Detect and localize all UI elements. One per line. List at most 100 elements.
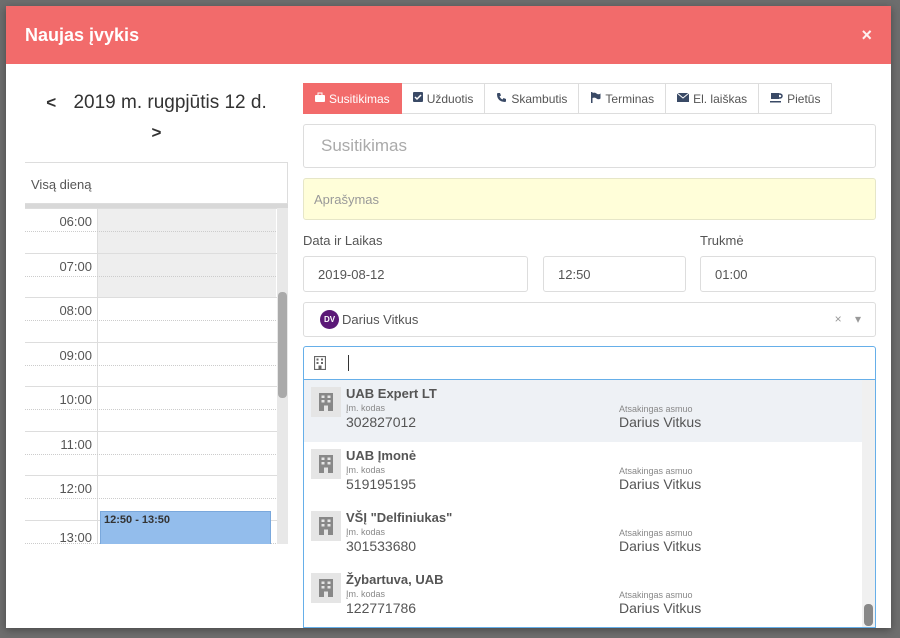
- hour-label: 06:00: [59, 214, 92, 229]
- company-code: 519195195: [346, 476, 417, 492]
- company-option[interactable]: VŠĮ "Delfiniukas" Įm. kodas 301533680 At…: [304, 504, 875, 566]
- event-type-tabs: Susitikimas Užduotis Skambutis Terminas: [303, 83, 876, 114]
- duration-label: Trukmė: [700, 233, 744, 248]
- hour-slot[interactable]: 11:00: [25, 430, 288, 476]
- text-cursor: [348, 355, 349, 371]
- day-calendar: < 2019 m. rugpjūtis 12 d. > Visą dieną 0…: [25, 64, 288, 544]
- building-icon: [311, 573, 341, 603]
- company-search-input[interactable]: [303, 346, 876, 380]
- event-description-input[interactable]: Aprašymas: [303, 178, 876, 220]
- hour-label: 09:00: [59, 347, 92, 363]
- responsible-person-select[interactable]: DV Darius Vitkus × ▾: [303, 302, 876, 337]
- tab-label: Pietūs: [787, 91, 821, 106]
- tab-lunch[interactable]: Pietūs: [759, 83, 833, 114]
- description-placeholder: Aprašymas: [314, 191, 380, 207]
- calendar-nav: < 2019 m. rugpjūtis 12 d. >: [25, 64, 288, 162]
- tab-label: Terminas: [605, 91, 655, 106]
- company-code-label: Įm. kodas: [346, 403, 386, 413]
- tab-label: El. laiškas: [693, 91, 748, 106]
- company-code: 302827012: [346, 414, 417, 430]
- all-day-label: Visą dieną: [31, 177, 92, 192]
- company-code-label: Įm. kodas: [346, 527, 386, 537]
- next-day-button[interactable]: >: [152, 118, 162, 148]
- building-icon: [311, 387, 341, 417]
- hour-slot[interactable]: 08:00: [25, 297, 288, 342]
- tab-email[interactable]: El. laiškas: [666, 83, 760, 114]
- title-placeholder: Susitikimas: [321, 136, 407, 155]
- dropdown-scrollbar[interactable]: [862, 380, 875, 627]
- company-name: VŠĮ "Delfiniukas": [346, 510, 453, 525]
- event-time: 12:50 - 13:50: [104, 514, 171, 526]
- responsible-label: Atsakingas asmuo: [619, 590, 693, 600]
- company-code-label: Įm. kodas: [346, 589, 386, 599]
- tab-meeting[interactable]: Susitikimas: [303, 83, 402, 114]
- company-code: 301533680: [346, 538, 417, 554]
- dropdown-scroll-thumb[interactable]: [864, 604, 873, 626]
- date-value: 2019-08-12: [318, 266, 385, 282]
- coffee-icon: [770, 92, 783, 106]
- hour-slot[interactable]: 10:00: [25, 386, 288, 431]
- company-name: UAB Expert LT: [346, 386, 437, 401]
- building-icon: [311, 449, 341, 479]
- prev-day-button[interactable]: <: [46, 88, 56, 118]
- datetime-row: 2019-08-12 12:50 01:00: [303, 256, 876, 292]
- responsible-label: Atsakingas asmuo: [619, 528, 693, 538]
- tab-label: Susitikimas: [329, 91, 390, 106]
- company-code-label: Įm. kodas: [346, 465, 386, 475]
- tab-label: Skambutis: [511, 91, 568, 106]
- tab-label: Užduotis: [426, 91, 474, 106]
- responsible-label: Atsakingas asmuo: [619, 466, 693, 476]
- datetime-label: Data ir Laikas: [303, 233, 383, 248]
- modal-title: Naujas įvykis: [25, 24, 140, 45]
- hour-slot[interactable]: 07:00: [25, 252, 288, 298]
- flag-icon: [590, 91, 601, 106]
- hour-label: 08:00: [59, 303, 92, 318]
- responsible-name: Darius Vitkus: [619, 600, 702, 616]
- hour-slot[interactable]: 06:00: [25, 208, 288, 253]
- time-field[interactable]: 12:50: [543, 256, 686, 292]
- hour-label: 12:00: [59, 481, 92, 496]
- datetime-labels: Data ir Laikas Trukmė: [303, 233, 876, 251]
- envelope-icon: [676, 92, 690, 105]
- company-name: UAB Įmonė: [346, 448, 417, 463]
- checkbox-icon: [412, 92, 423, 105]
- avatar: DV: [320, 310, 339, 329]
- timeline[interactable]: 06:00 07:00 08:00 09:00 10:00 11:00 12:0…: [25, 208, 288, 544]
- company-option[interactable]: UAB Expert LT Įm. kodas 302827012 Atsaki…: [304, 380, 875, 442]
- new-event-modal: Naujas įvykis × < 2019 m. rugpjūtis 12 d…: [6, 6, 891, 628]
- responsible-label: Atsakingas asmuo: [619, 404, 693, 414]
- tab-call[interactable]: Skambutis: [485, 83, 580, 114]
- responsible-name: Darius Vitkus: [619, 414, 702, 430]
- tab-deadline[interactable]: Terminas: [579, 83, 667, 114]
- timeline-scrollbar[interactable]: [277, 208, 288, 544]
- phone-icon: [496, 92, 507, 106]
- modal-header: Naujas įvykis ×: [6, 6, 891, 64]
- responsible-name: Darius Vitkus: [619, 476, 702, 492]
- all-day-row[interactable]: Visą dieną: [25, 162, 288, 204]
- duration-field[interactable]: 01:00: [700, 256, 876, 292]
- company-dropdown: UAB Expert LT Įm. kodas 302827012 Atsaki…: [303, 380, 876, 628]
- time-value: 12:50: [558, 266, 591, 282]
- event-form: Susitikimas Užduotis Skambutis Terminas: [303, 83, 876, 628]
- building-icon: [313, 355, 327, 371]
- company-option[interactable]: Žybartuva, UAB Įm. kodas 122771786 Atsak…: [304, 566, 875, 627]
- building-icon: [311, 511, 341, 541]
- tab-task[interactable]: Užduotis: [401, 83, 486, 114]
- company-option[interactable]: UAB Įmonė Įm. kodas 519195195 Atsakingas…: [304, 442, 875, 504]
- responsible-name: Darius Vitkus: [619, 538, 702, 554]
- hour-slot[interactable]: 09:00: [25, 341, 288, 387]
- duration-value: 01:00: [715, 266, 748, 282]
- timeline-scroll-thumb[interactable]: [278, 292, 287, 398]
- calendar-date: 2019 m. rugpjūtis 12 d.: [73, 92, 267, 113]
- calendar-event[interactable]: 12:50 - 13:50: [100, 511, 271, 544]
- hour-label: 11:00: [60, 436, 92, 452]
- briefcase-icon: [315, 92, 325, 105]
- clear-selection-button[interactable]: ×: [835, 312, 842, 326]
- close-button[interactable]: ×: [861, 25, 872, 46]
- event-title-input[interactable]: Susitikimas: [303, 124, 876, 168]
- hour-label: 10:00: [59, 392, 92, 407]
- company-name: Žybartuva, UAB: [346, 572, 444, 587]
- select-controls: × ▾: [825, 312, 861, 326]
- chevron-down-icon[interactable]: ▾: [855, 312, 861, 326]
- date-field[interactable]: 2019-08-12: [303, 256, 528, 292]
